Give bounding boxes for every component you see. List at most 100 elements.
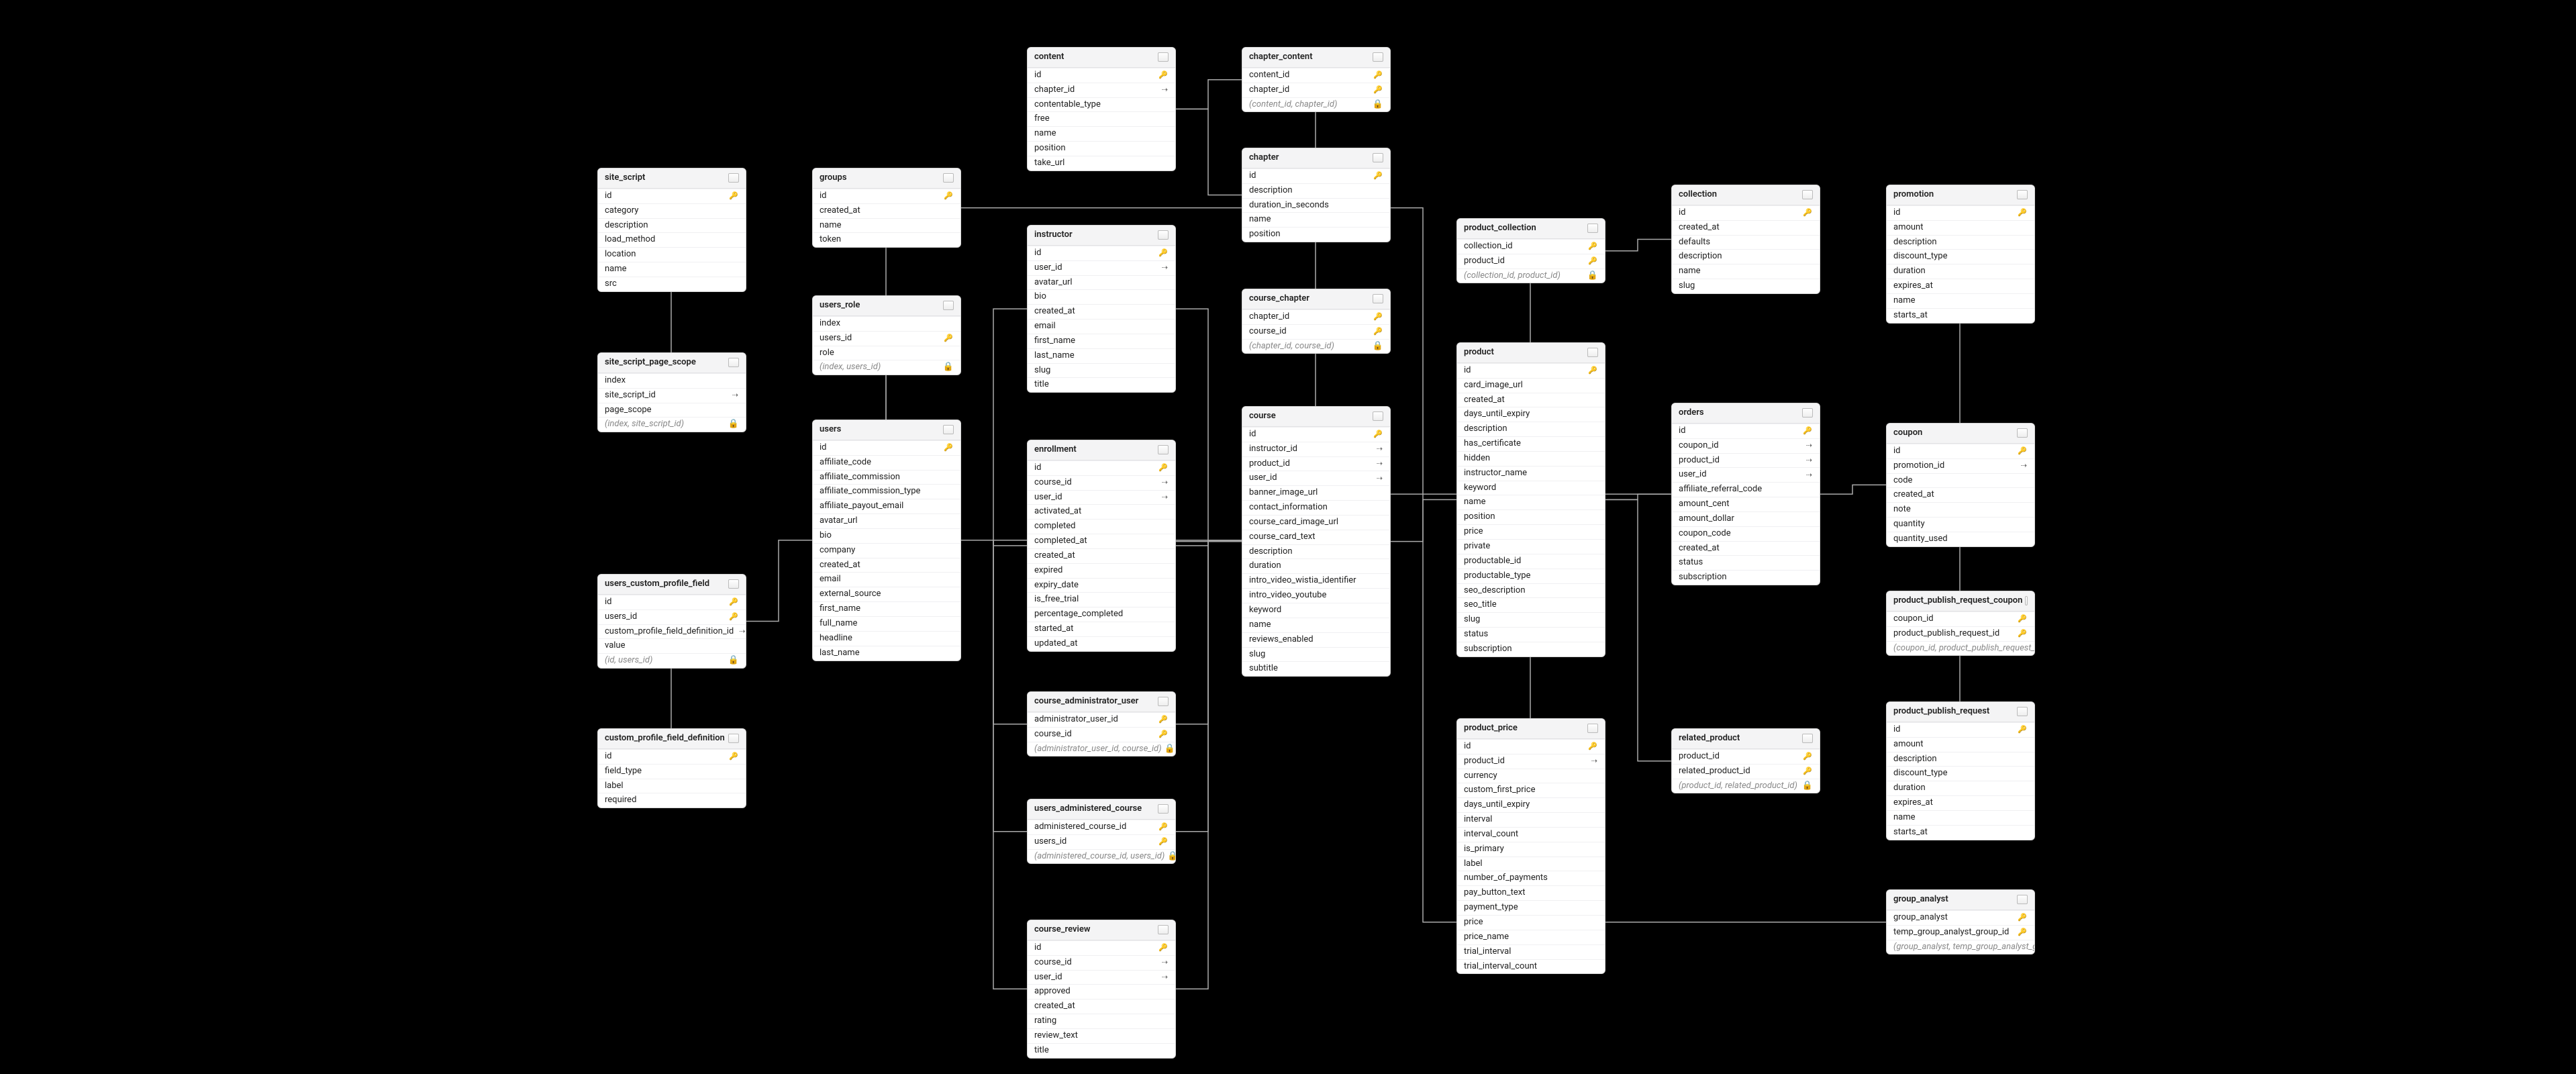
column-row[interactable]: status [1672, 555, 1820, 570]
column-row[interactable]: instructor_name [1457, 466, 1605, 481]
column-row[interactable]: users_id🔑 [598, 609, 746, 624]
column-row[interactable]: private [1457, 539, 1605, 554]
table-header[interactable]: groups [813, 168, 960, 189]
table-header[interactable]: related_product [1672, 729, 1820, 749]
column-row[interactable]: affiliate_code [813, 455, 960, 470]
table-users[interactable]: usersid🔑affiliate_codeaffiliate_commissi… [812, 420, 961, 661]
column-row[interactable]: name [1457, 495, 1605, 509]
table-content[interactable]: contentid🔑chapter_id⇢contentable_typefre… [1027, 47, 1176, 171]
table-users_administered_course[interactable]: users_administered_courseadministered_co… [1027, 799, 1176, 864]
column-row[interactable]: amount_dollar [1672, 511, 1820, 526]
column-row[interactable]: productable_id [1457, 554, 1605, 569]
column-row[interactable]: price [1457, 524, 1605, 539]
table-users_role[interactable]: users_roleindexusers_id🔑role(index, user… [812, 295, 961, 375]
table-header[interactable]: users_custom_profile_field [598, 575, 746, 595]
column-row[interactable]: index [598, 373, 746, 388]
column-row[interactable]: id🔑 [1028, 246, 1175, 260]
column-row[interactable]: slug [1028, 363, 1175, 378]
table-promotion[interactable]: promotionid🔑amountdescriptiondiscount_ty… [1886, 185, 2035, 324]
collapse-icon[interactable] [728, 734, 739, 743]
column-row[interactable]: course_id⇢ [1028, 955, 1175, 970]
collapse-icon[interactable] [1802, 190, 1813, 199]
column-row[interactable]: full_name [813, 616, 960, 631]
collapse-icon[interactable] [1373, 153, 1383, 162]
column-row[interactable]: subscription [1672, 570, 1820, 585]
erd-canvas[interactable]: site_scriptid🔑categorydescriptionload_me… [0, 0, 2576, 1074]
index-row[interactable]: (collection_id, product_id)🔒 [1457, 268, 1605, 283]
column-row[interactable]: temp_group_analyst_group_id🔑 [1887, 925, 2034, 940]
column-row[interactable]: user_id⇢ [1242, 471, 1390, 485]
table-header[interactable]: product_publish_request [1887, 702, 2034, 722]
table-instructor[interactable]: instructorid🔑user_id⇢avatar_urlbiocreate… [1027, 225, 1176, 393]
table-header[interactable]: chapter_content [1242, 48, 1390, 68]
column-row[interactable]: name [1887, 810, 2034, 825]
index-row[interactable]: (id, users_id)🔒 [598, 653, 746, 668]
column-row[interactable]: id🔑 [1028, 460, 1175, 475]
column-row[interactable]: slug [1242, 647, 1390, 662]
column-row[interactable]: duration [1242, 558, 1390, 573]
table-chapter[interactable]: chapterid🔑descriptionduration_in_seconds… [1242, 148, 1391, 242]
column-row[interactable]: code [1887, 473, 2034, 488]
column-row[interactable]: name [1242, 212, 1390, 227]
column-row[interactable]: contentable_type [1028, 97, 1175, 112]
column-row[interactable]: course_id🔑 [1028, 727, 1175, 742]
column-row[interactable]: company [813, 543, 960, 558]
column-row[interactable]: description [1672, 249, 1820, 264]
column-row[interactable]: chapter_id🔑 [1242, 309, 1390, 324]
column-row[interactable]: description [1242, 544, 1390, 559]
table-product_price[interactable]: product_priceid🔑product_id⇢currencycusto… [1456, 718, 1605, 974]
column-row[interactable]: product_id⇢ [1457, 754, 1605, 769]
table-course_review[interactable]: course_reviewid🔑course_id⇢user_id⇢approv… [1027, 920, 1176, 1059]
column-row[interactable]: amount [1887, 737, 2034, 752]
table-header[interactable]: course_administrator_user [1028, 692, 1175, 712]
table-header[interactable]: instructor [1028, 226, 1175, 246]
column-row[interactable]: required [598, 793, 746, 808]
table-header[interactable]: site_script [598, 168, 746, 189]
column-row[interactable]: days_until_expiry [1457, 797, 1605, 812]
column-row[interactable]: banner_image_url [1242, 485, 1390, 500]
column-row[interactable]: created_at [1457, 393, 1605, 407]
column-row[interactable]: discount_type [1887, 249, 2034, 264]
column-row[interactable]: custom_profile_field_definition_id⇢ [598, 624, 746, 639]
table-site_script[interactable]: site_scriptid🔑categorydescriptionload_me… [597, 168, 746, 292]
collapse-icon[interactable] [1373, 411, 1383, 421]
column-row[interactable]: users_id🔑 [813, 331, 960, 346]
column-row[interactable]: id🔑 [813, 440, 960, 455]
column-row[interactable]: free [1028, 111, 1175, 126]
table-course[interactable]: courseid🔑instructor_id⇢product_id⇢user_i… [1242, 406, 1391, 677]
column-row[interactable]: category [598, 203, 746, 218]
column-row[interactable]: created_at [813, 558, 960, 573]
collapse-icon[interactable] [728, 358, 739, 367]
column-row[interactable]: course_id⇢ [1028, 475, 1175, 490]
column-row[interactable]: defaults [1672, 235, 1820, 250]
column-row[interactable]: duration [1887, 264, 2034, 279]
column-row[interactable]: intro_video_youtube [1242, 588, 1390, 603]
column-row[interactable]: trial_interval [1457, 944, 1605, 959]
column-row[interactable]: index [813, 316, 960, 331]
table-group_analyst[interactable]: group_analystgroup_analyst🔑temp_group_an… [1886, 889, 2035, 955]
column-row[interactable]: affiliate_referral_code [1672, 482, 1820, 497]
column-row[interactable]: quantity [1887, 517, 2034, 532]
column-row[interactable]: keyword [1242, 603, 1390, 618]
table-header[interactable]: orders [1672, 403, 1820, 424]
column-row[interactable]: price [1457, 915, 1605, 930]
collapse-icon[interactable] [2025, 596, 2028, 605]
column-row[interactable]: rating [1028, 1014, 1175, 1028]
collapse-icon[interactable] [2017, 707, 2028, 716]
collapse-icon[interactable] [943, 173, 954, 183]
column-row[interactable]: id🔑 [598, 189, 746, 203]
table-product_publish_request_coupon[interactable]: product_publish_request_couponcoupon_id🔑… [1886, 591, 2035, 656]
column-row[interactable]: name [813, 218, 960, 233]
column-row[interactable]: name [1028, 126, 1175, 141]
column-row[interactable]: days_until_expiry [1457, 407, 1605, 422]
index-row[interactable]: (index, users_id)🔒 [813, 360, 960, 375]
collapse-icon[interactable] [1158, 52, 1169, 62]
column-row[interactable]: course_card_text [1242, 530, 1390, 544]
table-product[interactable]: productid🔑card_image_urlcreated_atdays_u… [1456, 342, 1605, 657]
column-row[interactable]: name [1672, 264, 1820, 279]
column-row[interactable]: id🔑 [1457, 739, 1605, 754]
collapse-icon[interactable] [943, 425, 954, 434]
table-groups[interactable]: groupsid🔑created_atnametoken [812, 168, 961, 248]
column-row[interactable]: product_id⇢ [1242, 456, 1390, 471]
column-row[interactable]: trial_interval_count [1457, 959, 1605, 974]
